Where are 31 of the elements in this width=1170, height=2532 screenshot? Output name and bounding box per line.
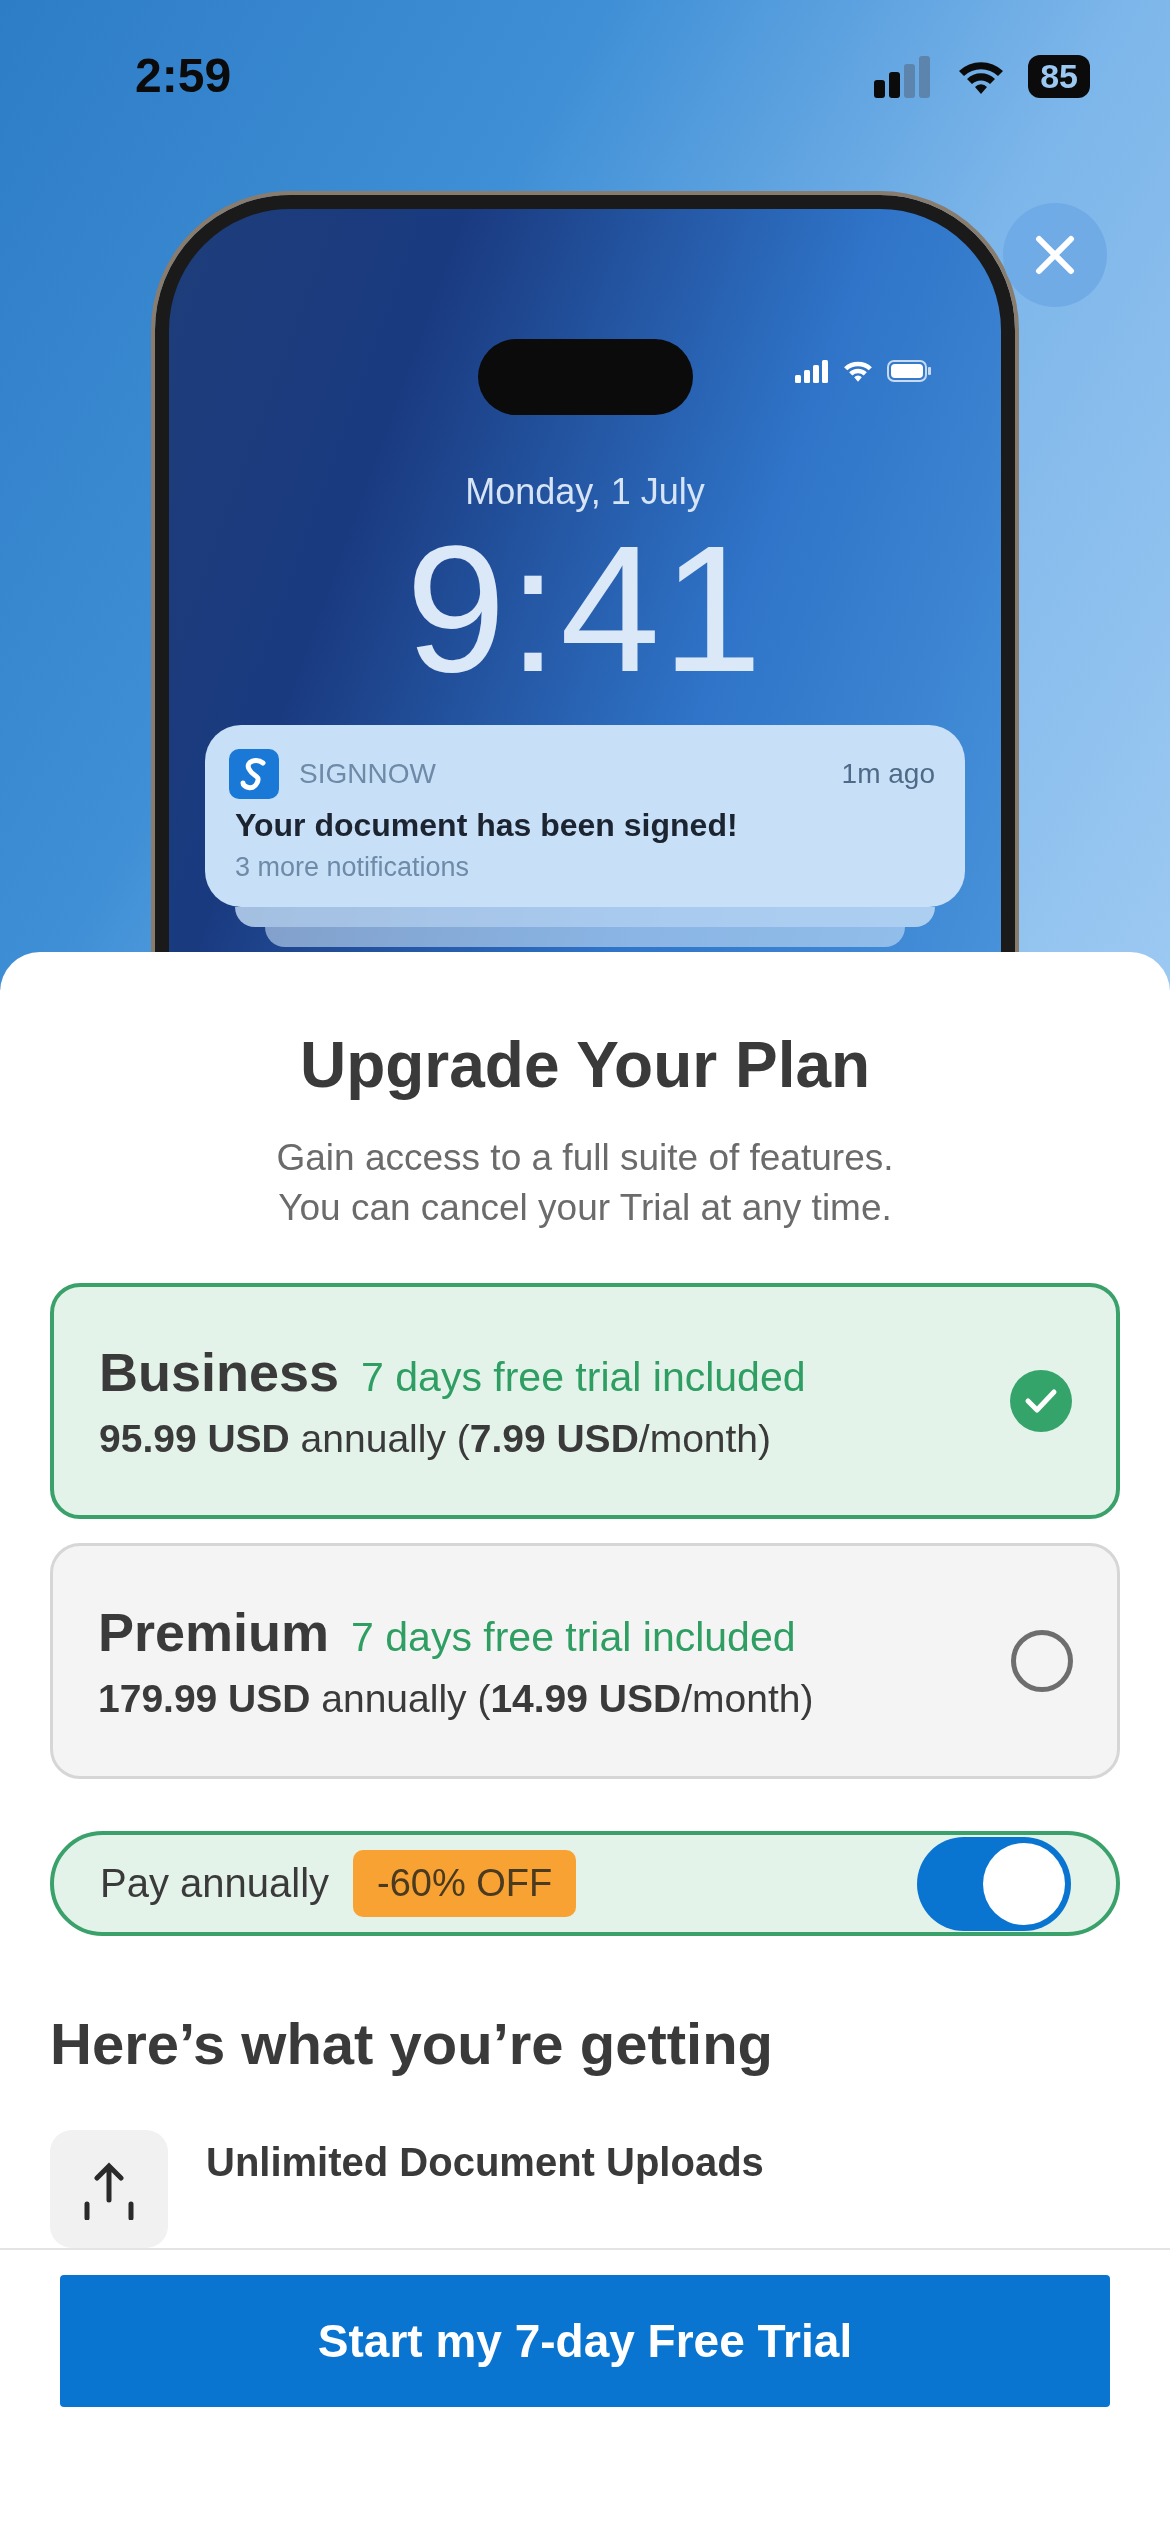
notification-more: 3 more notifications: [234, 852, 471, 883]
radio-icon: [1011, 1630, 1073, 1692]
features-heading: Here’s what you’re getting: [50, 2010, 774, 2078]
plan-option[interactable]: Business 7 days free trial included 95.99 USD annually (7.99 USD/month): [50, 1283, 1120, 1519]
plan-name: Business: [99, 1341, 340, 1403]
app-icon: [229, 749, 279, 799]
lock-screen-date: Monday, 1 July: [465, 471, 705, 513]
notification-app-name: SIGNNOW: [299, 758, 437, 790]
start-trial-button[interactable]: Start my 7-day Free Trial: [60, 2275, 1110, 2407]
plan-price: 179.99 USD annually (14.99 USD/month): [98, 1677, 815, 1721]
close-icon: [1035, 235, 1075, 275]
plan-price: 95.99 USD annually (7.99 USD/month): [99, 1417, 773, 1461]
battery-icon: 85: [1028, 55, 1090, 98]
plan-option[interactable]: Premium 7 days free trial included 179.99 USD annually (14.99 USD/month): [50, 1543, 1120, 1779]
plan-name: Premium: [98, 1601, 330, 1663]
notification-time: 1m ago: [841, 758, 935, 790]
battery-icon: [887, 359, 933, 383]
toggle-label: Pay annually: [100, 1861, 330, 1906]
trial-label: 7 days free trial included: [361, 1354, 806, 1401]
signal-icon: [795, 359, 829, 383]
feature-title: Unlimited Document Uploads: [206, 2140, 764, 2185]
subtitle-line: You can cancel your Trial at any time.: [278, 1186, 892, 1230]
status-time: 2:59: [135, 48, 232, 103]
trial-label: 7 days free trial included: [351, 1614, 796, 1661]
subtitle-line: Gain access to a full suite of features.: [276, 1136, 894, 1180]
discount-badge: -60% OFF: [353, 1850, 577, 1917]
lock-screen-clock: 9:41: [405, 519, 765, 699]
notification-title: Your document has been signed!: [234, 807, 739, 844]
sheet-title: Upgrade Your Plan: [299, 1028, 871, 1103]
wifi-icon: [841, 359, 875, 383]
upload-icon: [50, 2130, 168, 2248]
